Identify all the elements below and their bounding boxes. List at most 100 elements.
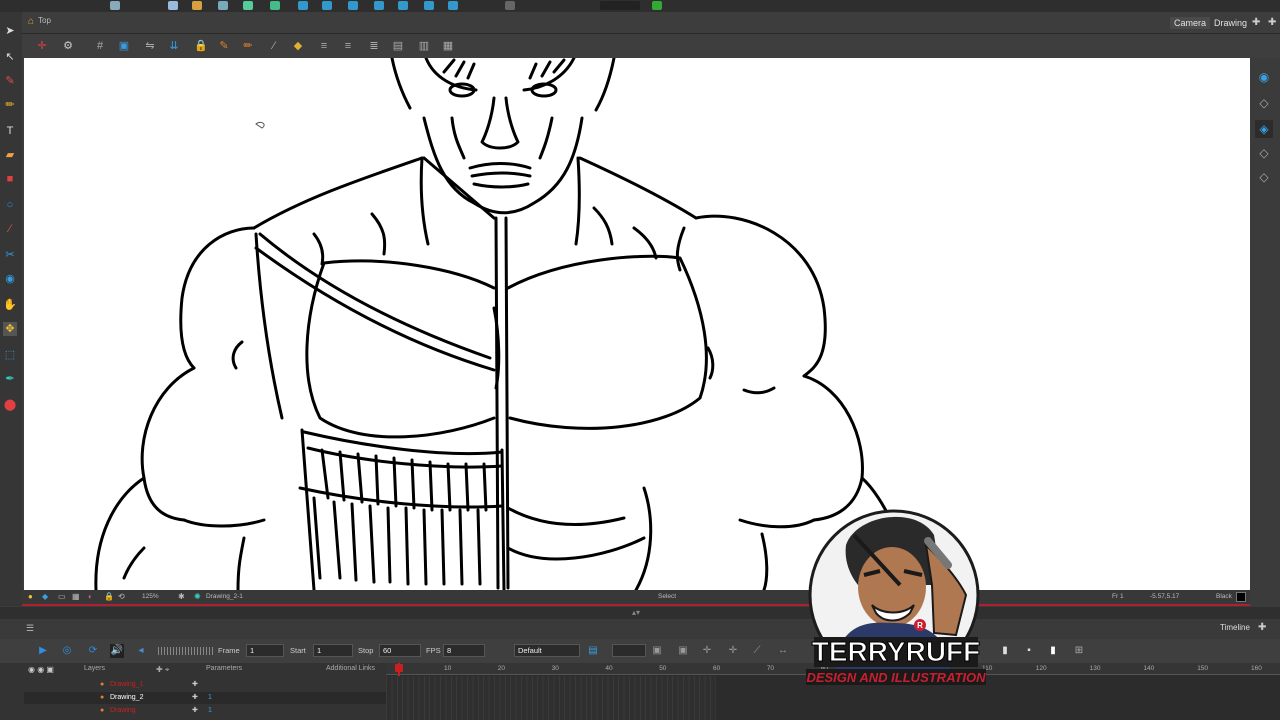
dropdown-icon[interactable] (600, 1, 640, 10)
dropper-tool-icon[interactable]: ◉ (3, 272, 17, 286)
folder-icon[interactable] (192, 1, 202, 10)
range-icon[interactable]: ↔ (776, 644, 790, 658)
keyframe-icon[interactable]: ✛ (726, 644, 740, 658)
add-panel-icon[interactable]: ✚ (1258, 622, 1266, 633)
splitter-handle-icon[interactable]: ▴▾ (632, 608, 640, 617)
add-layer-header-icon[interactable]: ✚ ⌖ (156, 665, 169, 675)
skew-icon[interactable] (398, 1, 408, 10)
frame-grid[interactable] (386, 676, 716, 720)
ungroup-icon[interactable]: ▥ (418, 40, 430, 52)
export-icon[interactable] (243, 1, 253, 10)
text-tool-icon[interactable]: T (3, 124, 17, 138)
layer-all-icon[interactable]: ◇ (1255, 168, 1273, 186)
zoom-level[interactable]: 125% (142, 593, 159, 600)
brush-preset-icon[interactable]: ✎ (218, 40, 230, 52)
paint-tool-icon[interactable]: ■ (3, 172, 17, 186)
timeline-menu-icon[interactable]: ☰ (26, 623, 34, 634)
pencil-preset-icon[interactable]: ✏ (242, 40, 254, 52)
new-file-icon[interactable] (110, 1, 120, 10)
light-icon[interactable]: ● (28, 592, 33, 601)
stop-marker-icon[interactable]: ▪ (1022, 644, 1036, 658)
layer-row-drawing[interactable]: ● Drawing ✚ 1 (24, 705, 386, 717)
fps-field[interactable]: 8 (443, 644, 485, 657)
marker-icon[interactable]: ▮ (998, 644, 1012, 658)
open-file-icon[interactable] (168, 1, 178, 10)
layer-visibility-icons[interactable]: ◉ ◉ ▣ (28, 665, 54, 674)
add-layer-icon[interactable]: ▣ (650, 644, 664, 658)
contour-tool-icon[interactable]: ↖ (3, 50, 17, 64)
frame-icon[interactable]: ▭ (58, 592, 66, 601)
sound-wave-icon[interactable]: ▤ (586, 644, 600, 658)
playback-speed-slider[interactable] (158, 647, 214, 655)
layer-add-icon[interactable]: ✚ (192, 679, 198, 691)
eraser-tool-icon[interactable]: ▰ (3, 148, 17, 162)
frame-field[interactable]: 1 (246, 644, 284, 657)
more-icon[interactable]: ▦ (442, 40, 454, 52)
distribute-icon[interactable]: ≡ (342, 40, 354, 52)
scale-icon[interactable] (374, 1, 384, 10)
timeline-splitter[interactable]: ▴▾ (0, 607, 1280, 619)
layer-down-icon[interactable]: ◇ (1255, 94, 1273, 112)
smooth-icon[interactable]: ∕ (268, 40, 280, 52)
save-icon[interactable] (218, 1, 228, 10)
sound-icon[interactable]: 🔊 (110, 644, 124, 658)
transform-tool-icon[interactable]: ✥ (3, 322, 17, 336)
pivot-icon[interactable] (448, 1, 458, 10)
cutter-tool-icon[interactable]: ✂ (3, 248, 17, 262)
rotate-icon[interactable] (348, 1, 358, 10)
pencil-tool-icon[interactable]: ✏ (3, 98, 17, 112)
brush-tool-icon[interactable]: ✎ (3, 74, 17, 88)
layer-row-drawing-1[interactable]: ● Drawing_1 ✚ (24, 679, 386, 691)
move-icon[interactable] (322, 1, 332, 10)
reset-view-icon[interactable]: ⟲ (118, 592, 125, 601)
bone-icon[interactable] (424, 1, 434, 10)
tab-camera[interactable]: Camera (1170, 17, 1211, 29)
group-icon[interactable]: ▤ (392, 40, 404, 52)
current-color-swatch[interactable] (1236, 592, 1246, 602)
line-tool-icon[interactable]: ∕ (3, 222, 17, 236)
select-tool-icon[interactable]: ➤ (3, 24, 17, 38)
tab-drawing[interactable]: Drawing (1214, 18, 1247, 28)
layer-stack-icon[interactable]: ◈ (1255, 120, 1273, 138)
layer-add-icon[interactable]: ✚ (192, 705, 198, 717)
play-icon[interactable]: ▶ (36, 644, 50, 658)
lock-status-icon[interactable]: 🔒 (104, 592, 114, 601)
add-view-icon-2[interactable]: ✚ (1268, 17, 1276, 28)
stamp-tool-icon[interactable]: ⬤ (3, 398, 17, 412)
color-icon[interactable]: ◆ (292, 40, 304, 52)
breadcrumb-top[interactable]: Top (38, 16, 51, 25)
layer-add-icon[interactable]: ✚ (192, 692, 198, 704)
stop-field[interactable]: 60 (379, 644, 421, 657)
gear-icon[interactable]: ⚙ (62, 40, 74, 52)
preset-dropdown[interactable]: Default (514, 644, 580, 657)
add-view-icon[interactable]: ✚ (1252, 17, 1260, 28)
add-folder-icon[interactable]: ▣ (676, 644, 690, 658)
layer-name[interactable]: Drawing (110, 705, 136, 717)
stack-icon[interactable]: ≣ (368, 40, 380, 52)
motion-icon[interactable]: ⟋ (750, 644, 764, 658)
layer-icon[interactable]: ◆ (42, 592, 48, 601)
peg-icon[interactable]: ✛ (700, 644, 714, 658)
loop-range-icon[interactable]: ◎ (60, 644, 74, 658)
hand-tool-icon[interactable]: ✋ (3, 298, 17, 312)
layer-name[interactable]: Drawing_2 (110, 692, 143, 704)
loop-icon[interactable]: ⟳ (86, 644, 100, 658)
fit-view-icon[interactable]: ▣ (118, 40, 130, 52)
timeline-view-dropdown[interactable] (612, 644, 646, 657)
ellipse-tool-icon[interactable]: ○ (3, 198, 17, 212)
marquee-tool-icon[interactable]: ⬚ (3, 348, 17, 362)
grid-toggle-icon[interactable]: ▦ (72, 592, 80, 601)
drawing-canvas[interactable] (24, 58, 1250, 590)
mask-icon[interactable]: ✱ (178, 592, 185, 601)
layer-up-icon[interactable]: ◇ (1255, 144, 1273, 162)
layer-name[interactable]: Drawing_1 (110, 679, 143, 691)
render-icon[interactable] (270, 1, 280, 10)
palette-icon[interactable]: ◐ (88, 592, 93, 601)
flip-icon[interactable]: ⇋ (144, 40, 156, 52)
close-icon[interactable] (505, 1, 515, 10)
timeline-title[interactable]: Timeline (1220, 623, 1250, 632)
playhead-cap[interactable] (395, 664, 403, 672)
home-icon[interactable]: ⌂ (28, 16, 34, 27)
transform-icon[interactable] (298, 1, 308, 10)
lock-icon[interactable]: 🔒 (194, 40, 208, 52)
